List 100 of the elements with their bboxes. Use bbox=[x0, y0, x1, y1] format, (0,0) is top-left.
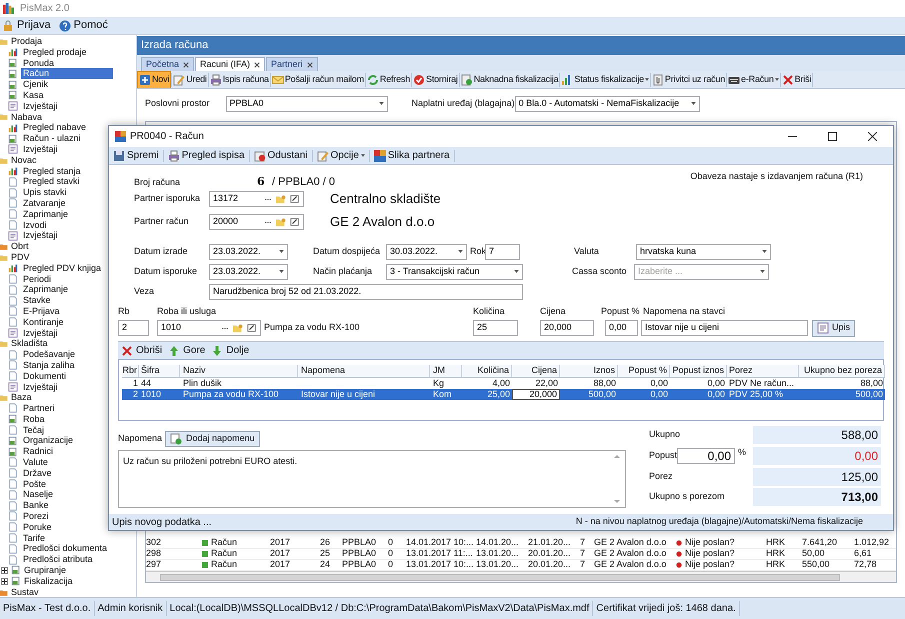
tree-item[interactable]: Kasa bbox=[21, 90, 46, 101]
toolbar-button[interactable]: Gore bbox=[168, 343, 206, 358]
item-note-field[interactable]: Istovar nije u cijeni bbox=[641, 320, 808, 336]
item-row[interactable]: 1 44 Plin dušik Kg 4,00 22,00 88,00 0,00 0,00 PDV Ne račun... 88,00 bbox=[122, 378, 885, 389]
tree-item[interactable]: Periodi bbox=[21, 274, 54, 284]
tree-item[interactable]: Zatvaranje bbox=[21, 198, 68, 209]
tree-item[interactable]: Partneri bbox=[21, 403, 57, 414]
term-field[interactable]: 7 bbox=[485, 244, 520, 260]
note-textarea[interactable]: Uz račun su priloženi potrebni EURO atesti. bbox=[118, 450, 626, 508]
horizontal-scrollbar[interactable] bbox=[146, 571, 896, 582]
tree-item[interactable]: Račun - ulazni bbox=[21, 133, 83, 144]
tree-item[interactable]: Izvodi bbox=[21, 220, 49, 230]
tree-group[interactable]: Nabava bbox=[11, 112, 42, 122]
tree-item[interactable]: Poruke bbox=[21, 522, 54, 533]
toolbar-button[interactable]: Novi bbox=[137, 71, 172, 88]
dropdown-field[interactable]: 0 Bla.0 - Automatski - NemaFiskalizacije bbox=[514, 96, 700, 112]
tree-item[interactable]: Kontiranje bbox=[21, 316, 66, 328]
tree-item[interactable]: Dokumenti bbox=[21, 370, 68, 382]
row-number-field[interactable]: 2 bbox=[118, 320, 149, 336]
toolbar-button[interactable]: Status fiskalizacije bbox=[560, 71, 650, 88]
column-header[interactable]: JM bbox=[430, 365, 462, 377]
expand-toggle[interactable] bbox=[1, 566, 8, 574]
toolbar-button[interactable]: Ispis računa bbox=[208, 71, 270, 88]
toolbar-button[interactable]: Opcije bbox=[314, 148, 367, 164]
tree-item[interactable]: Račun bbox=[21, 68, 113, 80]
tree-item[interactable]: Izvještaji bbox=[21, 144, 60, 155]
document-tab[interactable]: Početna bbox=[141, 57, 194, 71]
payment-method-field[interactable]: 3 - Transakcijski račun bbox=[386, 264, 523, 280]
tree-item[interactable]: Pošte bbox=[21, 478, 48, 490]
tree-item[interactable]: E-Prijava bbox=[21, 306, 62, 317]
toolbar-button[interactable]: Slika partnera bbox=[372, 148, 452, 164]
dropdown-field[interactable]: PPBLA0 bbox=[226, 96, 388, 112]
tree-item[interactable]: Cjenik bbox=[21, 79, 50, 90]
price-field[interactable]: 20,000 bbox=[540, 320, 594, 336]
tree-item[interactable]: Ponuda bbox=[21, 58, 56, 68]
tree-group[interactable]: Baza bbox=[11, 392, 32, 404]
menu-item[interactable]: Prijava bbox=[2, 17, 51, 34]
tree-item[interactable]: Pregled stavki bbox=[21, 176, 82, 188]
partner-field[interactable]: 20000 bbox=[209, 214, 304, 230]
tree-item[interactable]: Roba bbox=[21, 414, 47, 425]
column-header[interactable]: Količina bbox=[462, 365, 512, 377]
column-header[interactable]: Porez bbox=[727, 365, 799, 377]
tree-group[interactable]: PDV bbox=[11, 252, 30, 263]
tree-item[interactable]: Zaprimanje bbox=[21, 208, 70, 220]
toolbar-button[interactable]: Pošalji račun mailom bbox=[270, 71, 365, 88]
toolbar-button[interactable]: Obriši bbox=[121, 343, 162, 358]
reference-field[interactable]: Narudžbenica broj 52 od 21.03.2022. bbox=[209, 284, 523, 300]
tree-item[interactable]: Zaprimanje bbox=[21, 284, 70, 296]
date-field[interactable]: 30.03.2022. bbox=[386, 244, 467, 260]
tree-item[interactable]: Predlošci atributa bbox=[21, 554, 95, 566]
column-header[interactable]: Ukupno bez poreza bbox=[799, 365, 885, 377]
quantity-field[interactable]: 25 bbox=[473, 320, 518, 336]
column-header[interactable]: Šifra bbox=[139, 365, 180, 377]
tree-group[interactable]: Skladišta bbox=[11, 338, 48, 350]
column-header[interactable]: Napomena bbox=[298, 365, 430, 377]
item-row[interactable]: 2 1010 Pumpa za vodu RX-100 Istovar nije u cijeni Kom 25,00 20,000 500,00 0,00 0,00 PDV 25,00 % 500,00 bbox=[122, 389, 885, 400]
tree-group[interactable]: Obrt bbox=[11, 241, 29, 252]
tree-item[interactable]: Pregled PDV knjiga bbox=[21, 262, 104, 274]
toolbar-button[interactable]: Privitci uz račun bbox=[650, 71, 726, 88]
tree-item[interactable]: Stavke bbox=[21, 295, 53, 306]
tree-group[interactable]: Sustav bbox=[11, 586, 39, 597]
discount-percent-field[interactable]: 0,00 bbox=[677, 448, 735, 464]
column-header[interactable]: Popust iznos bbox=[670, 365, 727, 377]
tree-item[interactable]: Pregled nabave bbox=[21, 122, 88, 134]
vertical-scrollbar[interactable] bbox=[613, 455, 621, 503]
tree-item[interactable]: Predlošci dokumenta bbox=[21, 543, 110, 554]
enter-button[interactable]: Upis bbox=[812, 320, 856, 336]
menu-item[interactable]: Pomoć bbox=[58, 17, 108, 34]
tree-group[interactable]: Grupiranje bbox=[24, 565, 66, 576]
toolbar-button[interactable]: Briši bbox=[780, 71, 812, 88]
toolbar-button[interactable]: Refresh bbox=[366, 71, 412, 88]
currency-field[interactable]: hrvatska kuna bbox=[636, 244, 771, 260]
tree-item[interactable]: Banke bbox=[21, 500, 51, 512]
tree-group[interactable]: Fiskalizacija bbox=[24, 576, 73, 587]
toolbar-button[interactable]: e-Račun bbox=[727, 71, 780, 88]
tree-item[interactable]: Pregled stanja bbox=[21, 166, 83, 176]
tree-item[interactable]: Izvještaji bbox=[21, 328, 60, 338]
tree-item[interactable]: Stanja zaliha bbox=[21, 360, 77, 371]
tree-item[interactable]: Tečaj bbox=[21, 424, 46, 436]
tree-item[interactable]: Pregled prodaje bbox=[21, 46, 89, 58]
expand-toggle[interactable] bbox=[1, 578, 8, 585]
tree-item[interactable]: Upis stavki bbox=[21, 187, 69, 198]
item-field[interactable]: 1010 bbox=[157, 320, 261, 336]
tree-group[interactable]: Prodaja bbox=[11, 36, 42, 47]
column-header[interactable]: Rbr bbox=[122, 365, 139, 377]
add-note-button[interactable]: Dodaj napomenu bbox=[165, 430, 260, 446]
column-header[interactable]: Popust % bbox=[618, 365, 670, 377]
discount-field[interactable]: 0,00 bbox=[605, 320, 638, 336]
toolbar-button[interactable]: Pregled ispisa bbox=[166, 148, 246, 164]
tree-item[interactable]: Izvještaji bbox=[21, 382, 60, 392]
tree-item[interactable]: Organizacije bbox=[21, 435, 76, 446]
partner-field[interactable]: 13172 bbox=[209, 191, 304, 207]
toolbar-button[interactable]: Naknadna fiskalizacija bbox=[460, 71, 560, 88]
tree-item[interactable]: Izvještaji bbox=[21, 100, 60, 112]
date-field[interactable]: 23.03.2022. bbox=[209, 244, 288, 260]
tree-item[interactable]: Porezi bbox=[21, 511, 51, 522]
tree-item[interactable]: Tarife bbox=[21, 532, 48, 544]
tree-group[interactable]: Novac bbox=[11, 154, 37, 166]
column-header[interactable]: Iznos bbox=[560, 365, 618, 377]
column-header[interactable]: Cijena bbox=[512, 365, 560, 377]
